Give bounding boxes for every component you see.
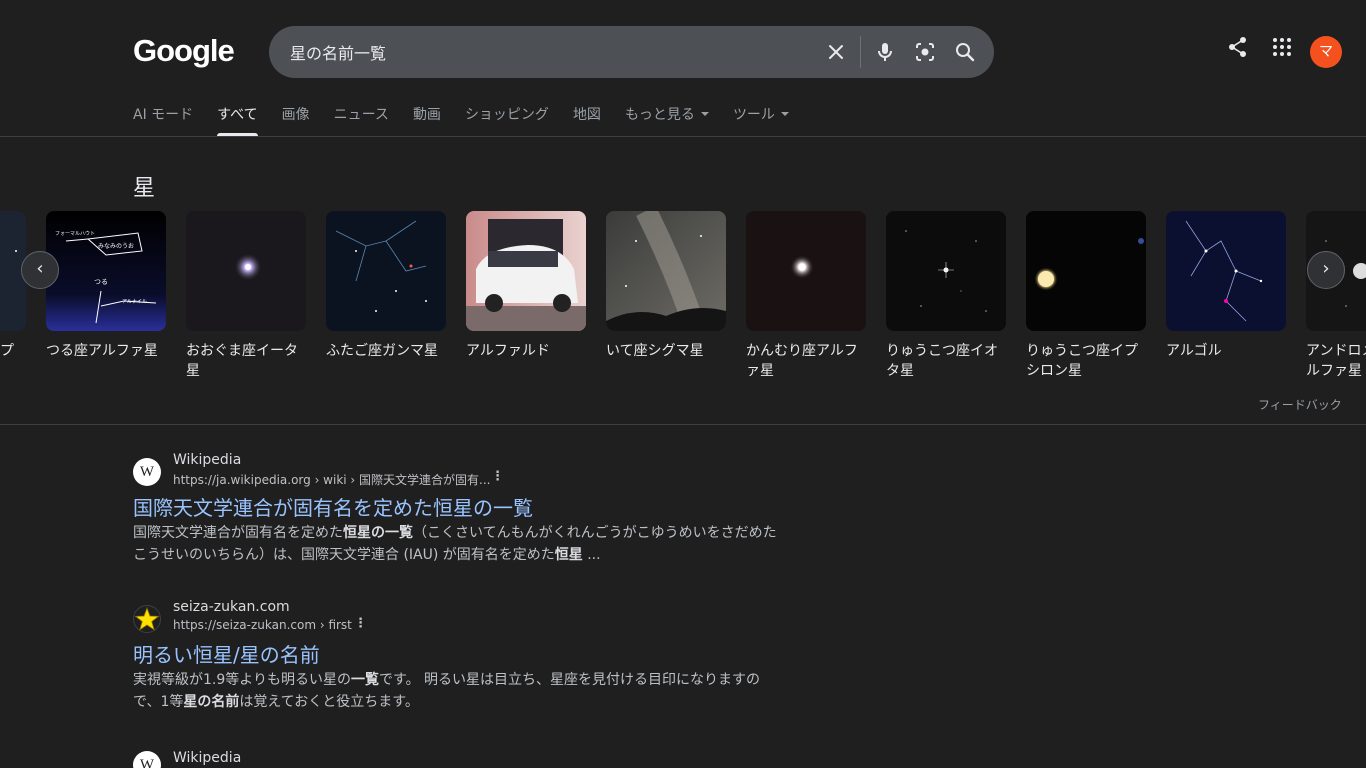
star-thumbnail <box>1166 211 1286 331</box>
svg-text:アルナイル: アルナイル <box>122 299 147 305</box>
star-thumbnail <box>326 211 446 331</box>
chevron-right-icon: › <box>1322 258 1330 279</box>
caret-down-icon <box>780 111 789 116</box>
star-card[interactable]: プ <box>0 211 26 381</box>
star-thumbnail: みなみのうお フォーマルハウト つる アルナイル <box>46 211 166 331</box>
tabs-divider <box>0 136 1366 137</box>
share-icon[interactable] <box>1227 36 1249 62</box>
star-label: つる座アルファ星 <box>46 343 158 359</box>
star-thumbnail <box>466 211 586 331</box>
star-label: りゅうこつ座イプシロン星 <box>1026 343 1138 379</box>
svg-text:つる: つる <box>94 278 108 286</box>
star-card[interactable]: アルファルド <box>466 211 586 381</box>
star-thumbnail <box>606 211 726 331</box>
star-label: おおぐま座イータ星 <box>186 343 298 379</box>
star-card[interactable]: りゅうこつ座イオタ星 <box>886 211 1006 381</box>
tab-images[interactable]: 画像 <box>282 104 310 136</box>
carousel-next-button[interactable]: › <box>1307 251 1345 289</box>
star-card[interactable]: アルゴル <box>1166 211 1286 381</box>
star-label: かんむり座アルファ星 <box>746 343 858 379</box>
star-label: アルファルド <box>466 343 550 359</box>
search-box[interactable] <box>269 26 994 78</box>
result-site-name[interactable]: Wikipedia <box>173 452 241 468</box>
feedback-link[interactable]: フィードバック <box>1258 396 1342 413</box>
svg-text:みなみのうお: みなみのうお <box>98 243 134 250</box>
search-input[interactable] <box>290 40 810 64</box>
result-site-name[interactable]: seiza-zukan.com <box>173 599 290 615</box>
chevron-left-icon: ‹ <box>36 258 44 279</box>
star-label: りゅうこつ座イオタ星 <box>886 343 998 379</box>
star-card[interactable]: いて座シグマ星 <box>606 211 726 381</box>
search-icon[interactable] <box>951 38 979 66</box>
result-snippet: 国際天文学連合が固有名を定めた恒星の一覧（こくさいてんもんがくれんごうがこゆうめ… <box>133 525 777 563</box>
tab-maps[interactable]: 地図 <box>573 104 601 136</box>
result-title[interactable]: 国際天文学連合が固有名を定めた恒星の一覧 <box>133 492 533 521</box>
star-thumbnail <box>886 211 1006 331</box>
star-card[interactable]: おおぐま座イータ星 <box>186 211 306 381</box>
tab-more[interactable]: もっと見る <box>625 104 709 136</box>
stars-section-title: 星 <box>133 176 156 201</box>
caret-down-icon <box>700 111 709 116</box>
star-label: アルゴル <box>1166 343 1222 359</box>
tab-ai-mode[interactable]: AI モード <box>133 104 193 136</box>
apps-grid-icon[interactable] <box>1271 36 1293 62</box>
account-avatar[interactable]: マ <box>1310 36 1342 68</box>
tab-shopping[interactable]: ショッピング <box>465 104 549 136</box>
star-thumbnail <box>1026 211 1146 331</box>
star-label: ふたご座ガンマ星 <box>326 343 438 359</box>
star-favicon-icon <box>133 605 161 633</box>
carousel-prev-button[interactable]: ‹ <box>21 251 59 289</box>
search-result: W Wikipedia https://ja.wikipedia.org › w… <box>133 452 783 570</box>
result-url[interactable]: https://seiza-zukan.com › first <box>173 618 352 632</box>
star-thumbnail <box>186 211 306 331</box>
lens-icon[interactable] <box>911 38 939 66</box>
star-thumbnail <box>746 211 866 331</box>
star-card[interactable]: アンドロメダ座アルファ星 <box>1306 211 1366 381</box>
clear-icon[interactable] <box>822 38 850 66</box>
more-options-icon[interactable]: ⋮ <box>354 616 367 631</box>
result-url[interactable]: https://ja.wikipedia.org › wiki › 国際天文学連… <box>173 471 490 488</box>
result-site-name[interactable]: Wikipedia <box>173 751 241 766</box>
result-title[interactable]: 明るい恒星/星の名前 <box>133 639 320 668</box>
result-snippet: 実視等級が1.9等よりも明るい星の一覧です。 明るい星は目立ち、星座を見付ける目… <box>133 672 761 710</box>
stars-carousel: プ みなみのうお フォーマルハウト つる アルナイル つる座アルファ星 おおぐま… <box>0 211 1366 391</box>
tab-tools[interactable]: ツール <box>733 104 789 136</box>
tab-videos[interactable]: 動画 <box>413 104 441 136</box>
search-divider <box>860 36 861 68</box>
star-label: プ <box>0 343 14 359</box>
star-label: アンドロメダ座アルファ星 <box>1306 343 1366 379</box>
svg-text:フォーマルハウト: フォーマルハウト <box>55 230 95 237</box>
more-options-icon[interactable]: ⋮ <box>491 469 504 484</box>
tab-news[interactable]: ニュース <box>334 104 389 136</box>
wikipedia-favicon-icon: W <box>133 458 161 486</box>
search-tabs: AI モード すべて 画像 ニュース 動画 ショッピング 地図 もっと見る ツー… <box>133 104 813 136</box>
star-card[interactable]: かんむり座アルファ星 <box>746 211 866 381</box>
tab-all[interactable]: すべて <box>217 104 259 136</box>
google-logo[interactable]: Google <box>133 33 235 69</box>
header: Google マ <box>0 0 1366 104</box>
search-result: seiza-zukan.com https://seiza-zukan.com … <box>133 599 783 717</box>
microphone-icon[interactable] <box>871 38 899 66</box>
star-card[interactable]: りゅうこつ座イプシロン星 <box>1026 211 1146 381</box>
section-divider <box>0 424 1366 425</box>
wikipedia-favicon-icon: W <box>133 751 161 768</box>
star-label: いて座シグマ星 <box>606 343 704 359</box>
star-card[interactable]: みなみのうお フォーマルハウト つる アルナイル つる座アルファ星 <box>46 211 166 381</box>
star-card[interactable]: ふたご座ガンマ星 <box>326 211 446 381</box>
search-result: W Wikipedia <box>133 751 783 768</box>
